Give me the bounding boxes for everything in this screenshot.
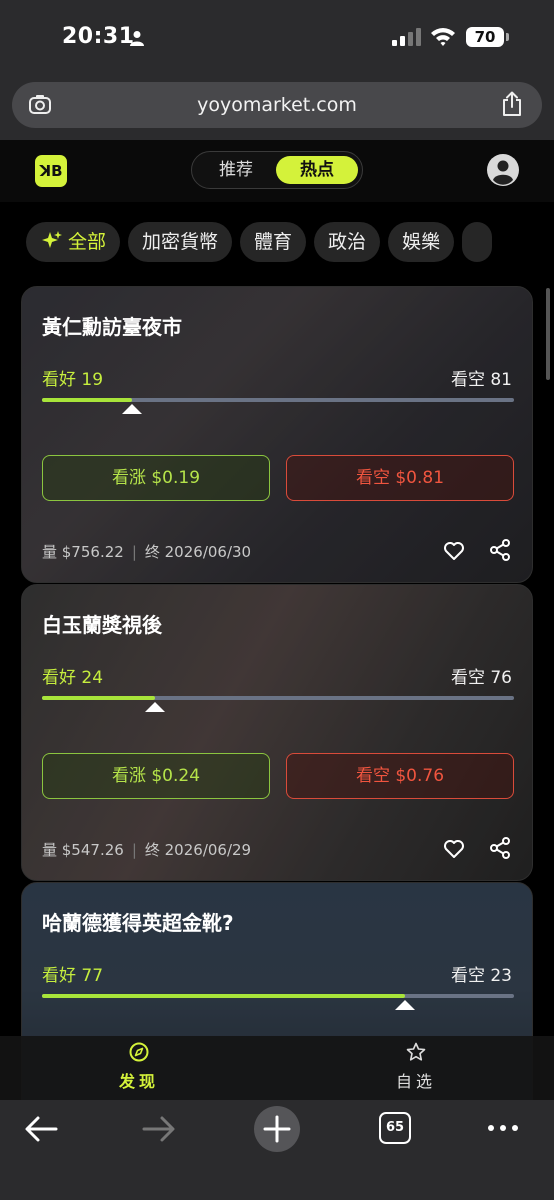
market-volume: 量 $756.22 — [42, 543, 124, 561]
bull-percentage: 看好 19 — [42, 370, 104, 390]
market-volume: 量 $547.26 — [42, 841, 124, 859]
category-chip-crypto[interactable]: 加密貨幣 — [128, 222, 233, 262]
nav-watchlist-label: 自选 — [395, 1072, 436, 1091]
market-meta: 量 $547.26 | 终 2026/06/29 — [42, 839, 251, 860]
more-options-icon[interactable] — [486, 1118, 520, 1138]
wifi-icon — [431, 28, 455, 46]
sentiment-bar-fill — [42, 696, 156, 700]
sentiment-bar — [42, 696, 514, 712]
buy-yes-button[interactable]: 看涨 $0.19 — [42, 455, 270, 501]
cellular-signal-icon — [392, 28, 421, 46]
new-tab-button[interactable] — [254, 1106, 300, 1152]
bull-percentage: 看好 77 — [42, 966, 104, 986]
market-card[interactable]: 黃仁勳訪臺夜市 看好 19 看空 81 看涨 $0.19 看空 $0.81 量 … — [21, 286, 533, 583]
category-filter: 全部 加密貨幣 體育 政治 娛樂 — [26, 222, 500, 262]
forward-arrow-icon[interactable] — [142, 1114, 176, 1144]
user-profile-icon[interactable] — [487, 154, 519, 186]
category-chip-politics[interactable]: 政治 — [314, 222, 381, 262]
bear-percentage: 看空 81 — [450, 370, 512, 390]
share-page-icon[interactable] — [500, 91, 524, 117]
category-chip-all[interactable]: 全部 — [26, 222, 121, 262]
scrollbar[interactable] — [546, 288, 550, 380]
tab-trending[interactable]: 热点 — [276, 156, 358, 184]
person-icon — [130, 31, 144, 46]
sentiment-bar — [42, 994, 514, 1010]
bear-percentage: 看空 23 — [450, 966, 512, 986]
buy-no-button[interactable]: 看空 $0.76 — [286, 753, 514, 799]
category-chip-sports[interactable]: 體育 — [240, 222, 307, 262]
category-chip-label: 全部 — [68, 231, 107, 253]
heart-icon[interactable] — [443, 540, 465, 562]
battery-cap — [506, 33, 509, 41]
browser-toolbar: 65 — [0, 1100, 554, 1200]
bull-percentage: 看好 24 — [42, 668, 104, 688]
market-meta: 量 $756.22 | 终 2026/06/30 — [42, 541, 251, 562]
sentiment-bar — [42, 398, 514, 414]
bottom-nav: 发现 自选 — [0, 1036, 554, 1100]
sentiment-bar-fill — [42, 994, 406, 998]
app-header: ꓘB 推荐 热点 — [0, 140, 554, 202]
status-bar: 20:31 70 — [0, 0, 554, 72]
tab-switcher-button[interactable]: 65 — [379, 1112, 411, 1144]
market-end-date: 终 2026/06/30 — [144, 543, 252, 561]
heart-icon[interactable] — [443, 838, 465, 860]
sentiment-marker — [145, 702, 166, 712]
market-title: 黃仁勳訪臺夜市 — [42, 315, 182, 339]
nav-watchlist[interactable]: 自选 — [386, 1042, 446, 1092]
status-time: 20:31 — [62, 24, 135, 49]
market-end-date: 终 2026/06/29 — [144, 841, 252, 859]
market-title: 白玉蘭獎視後 — [42, 613, 162, 637]
market-card[interactable]: 白玉蘭獎視後 看好 24 看空 76 看涨 $0.24 看空 $0.76 量 $… — [21, 584, 533, 881]
share-icon[interactable] — [488, 538, 512, 562]
compass-icon — [129, 1042, 149, 1062]
url-text[interactable]: yoyomarket.com — [12, 94, 542, 116]
sentiment-marker — [395, 1000, 416, 1010]
back-arrow-icon[interactable] — [24, 1114, 58, 1144]
meta-divider: | — [131, 543, 137, 561]
address-bar[interactable]: yoyomarket.com — [12, 82, 542, 128]
buy-no-button[interactable]: 看空 $0.81 — [286, 455, 514, 501]
feed-tab-switcher: 推荐 热点 — [191, 151, 363, 189]
nav-discover-label: 发现 — [118, 1072, 159, 1091]
tab-recommended[interactable]: 推荐 — [198, 156, 274, 184]
nav-discover[interactable]: 发现 — [109, 1042, 169, 1092]
category-chip-entertainment[interactable]: 娛樂 — [388, 222, 455, 262]
sentiment-marker — [121, 404, 142, 414]
sentiment-bar-fill — [42, 398, 132, 402]
battery-indicator: 70 — [466, 27, 504, 47]
app-logo[interactable]: ꓘB — [35, 155, 67, 187]
browser-address-area: yoyomarket.com — [0, 72, 554, 140]
plus-icon — [263, 1115, 291, 1143]
star-icon — [406, 1042, 426, 1061]
category-chip-more[interactable] — [462, 222, 493, 262]
meta-divider: | — [131, 841, 137, 859]
share-icon[interactable] — [488, 836, 512, 860]
bear-percentage: 看空 76 — [450, 668, 512, 688]
buy-yes-button[interactable]: 看涨 $0.24 — [42, 753, 270, 799]
sparkle-icon — [42, 231, 62, 248]
market-title: 哈蘭德獲得英超金靴? — [42, 911, 234, 935]
main-feed: 全部 加密貨幣 體育 政治 娛樂 黃仁勳訪臺夜市 看好 19 看空 81 看涨 $0.… — [0, 202, 554, 1100]
